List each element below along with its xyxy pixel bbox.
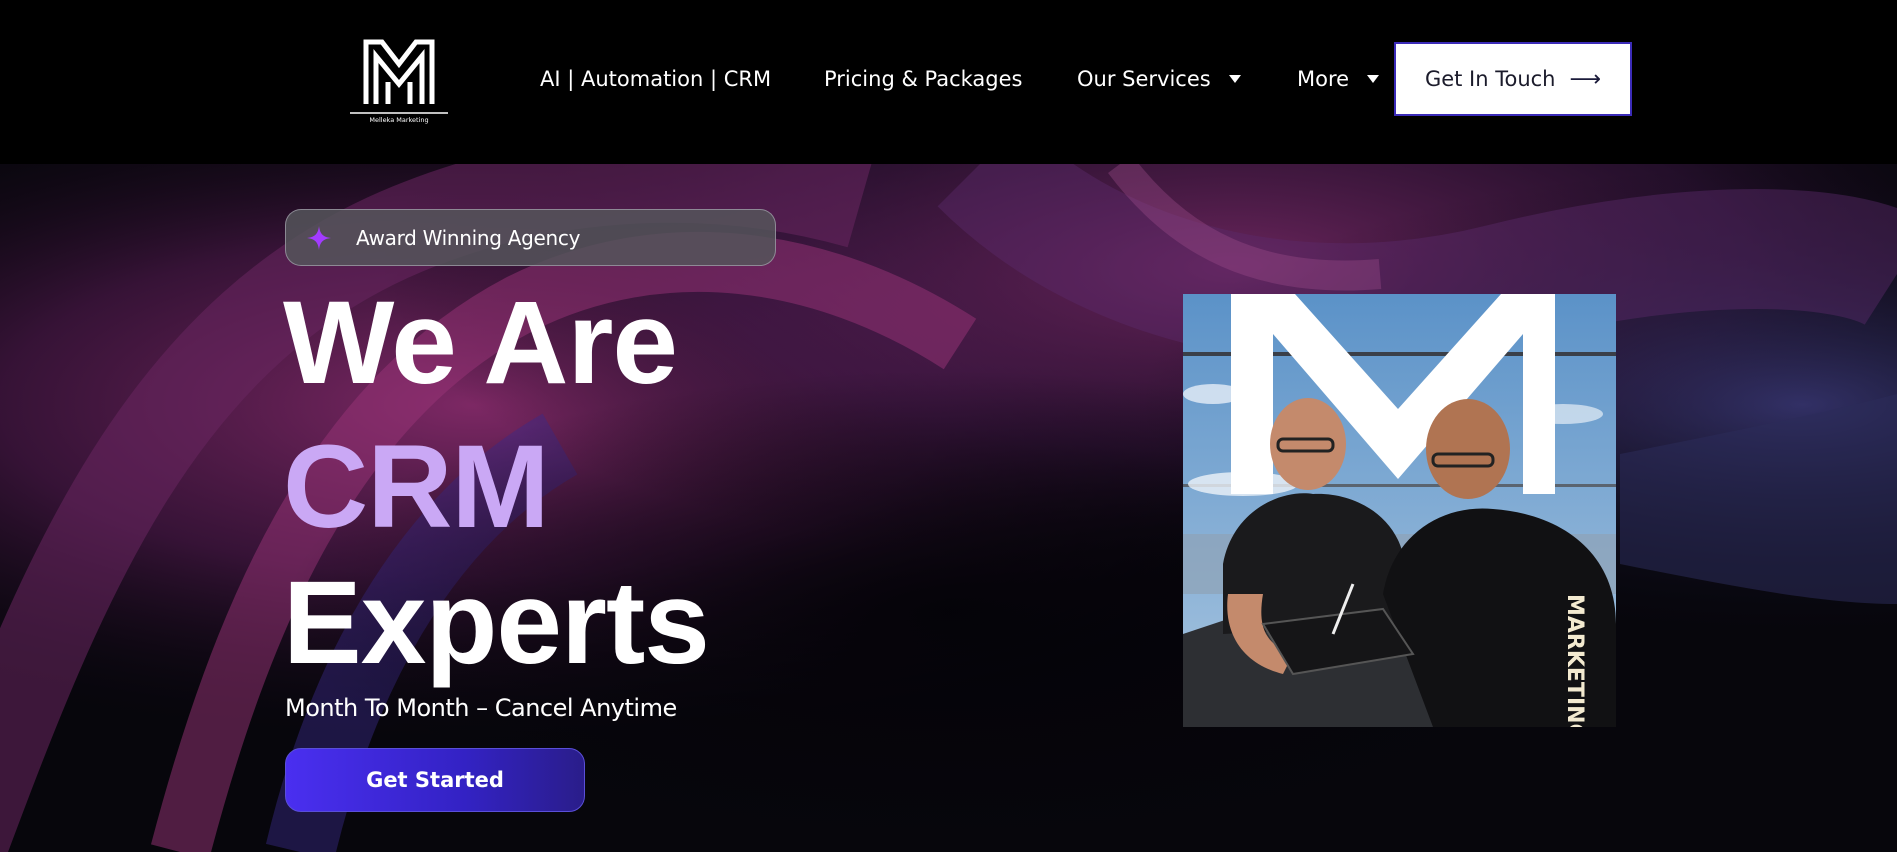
get-in-touch-label: Get In Touch — [1424, 67, 1556, 91]
nav-label: More — [1297, 67, 1350, 91]
badge-label: Award Winning Agency — [356, 225, 581, 250]
get-in-touch-button[interactable]: Get In Touch ⟶ — [1394, 42, 1632, 116]
get-started-button[interactable]: Get Started — [285, 748, 585, 812]
nav-pricing-packages[interactable]: Pricing & Packages — [824, 62, 1023, 96]
headline-line-2: CRM — [283, 421, 550, 553]
award-badge: Award Winning Agency — [285, 209, 776, 266]
caret-down-icon — [1228, 75, 1241, 83]
svg-text:MARKETING: MARKETING — [1562, 594, 1587, 727]
site-header: Melleka Marketing AI | Automation | CRM … — [0, 0, 1897, 164]
nav-ai-automation-crm[interactable]: AI | Automation | CRM — [540, 62, 771, 96]
nav-more[interactable]: More — [1297, 62, 1380, 96]
headline-line-3: Experts — [283, 557, 710, 689]
nav-label: AI | Automation | CRM — [540, 67, 772, 91]
caret-down-icon — [1367, 75, 1380, 83]
team-photo-illustration: MARKETING — [1183, 294, 1616, 727]
sparkle-icon — [307, 225, 331, 250]
hero-subline: Month To Month – Cancel Anytime — [285, 694, 677, 722]
logo-mark-icon: Melleka Marketing — [350, 39, 448, 124]
nav-our-services[interactable]: Our Services — [1077, 62, 1241, 96]
get-started-label: Get Started — [366, 768, 504, 792]
melleka-logo[interactable]: Melleka Marketing — [348, 34, 450, 124]
nav-label: Our Services — [1077, 67, 1211, 91]
svg-text:Melleka Marketing: Melleka Marketing — [369, 116, 428, 124]
arrow-right-icon: ⟶ — [1569, 66, 1602, 92]
nav-label: Pricing & Packages — [824, 67, 1023, 91]
headline-line-1: We Are — [283, 277, 678, 409]
hero-section: Award Winning Agency We Are CRM Experts … — [0, 164, 1897, 852]
team-photo: MARKETING — [1183, 294, 1616, 727]
